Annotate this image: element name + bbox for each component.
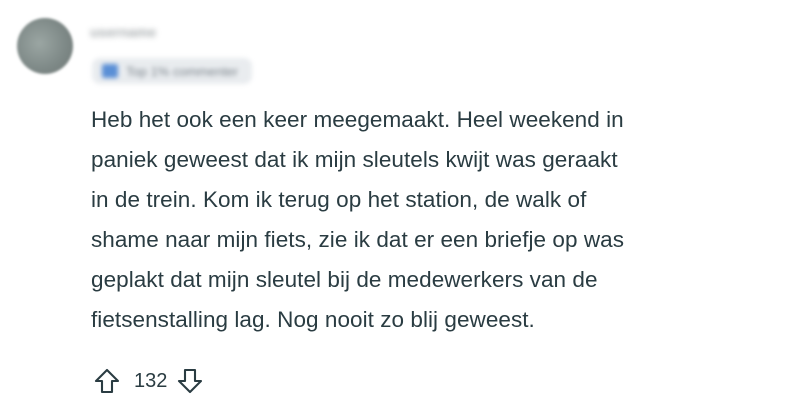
comment-body-line: Heb het ook een keer meegemaakt. Heel we… bbox=[91, 107, 624, 132]
avatar[interactable] bbox=[17, 18, 73, 74]
flair-label: Top 1% commenter bbox=[126, 63, 238, 79]
comment-body: Heb het ook een keer meegemaakt. Heel we… bbox=[91, 100, 781, 340]
downvote-button[interactable] bbox=[173, 364, 207, 398]
comment-author[interactable]: username bbox=[90, 24, 156, 40]
comment-body-line: geplakt dat mijn sleutel bij de medewerk… bbox=[91, 267, 598, 292]
comment-body-line: fietsenstalling lag. Nog nooit zo blij g… bbox=[91, 307, 535, 332]
vote-score: 132 bbox=[134, 369, 168, 392]
upvote-button[interactable] bbox=[90, 364, 124, 398]
arrow-up-icon bbox=[94, 368, 120, 394]
user-flair: Top 1% commenter bbox=[92, 58, 252, 84]
vote-bar: 132 bbox=[90, 362, 207, 400]
comment-body-line: in de trein. Kom ik terug op het station… bbox=[91, 187, 587, 212]
arrow-down-icon bbox=[178, 368, 203, 394]
flair-icon bbox=[102, 64, 118, 78]
comment: username Top 1% commenter Heb het ook ee… bbox=[0, 0, 798, 420]
comment-body-line: shame naar mijn fiets, zie ik dat er een… bbox=[91, 227, 625, 252]
comment-body-line: paniek geweest dat ik mijn sleutels kwij… bbox=[91, 147, 618, 172]
